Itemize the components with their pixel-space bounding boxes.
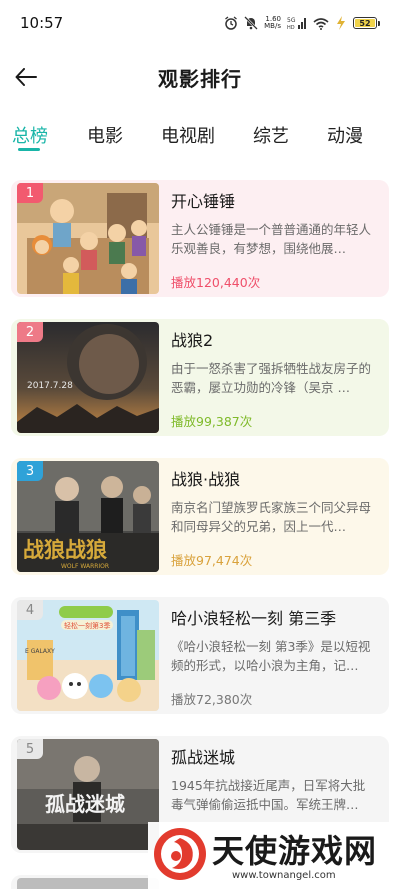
item-title: 哈小浪轻松一刻 第三季 bbox=[171, 609, 337, 628]
site-watermark: 天使游戏网 www.townangel.com bbox=[148, 822, 400, 889]
rank-badge: 2 bbox=[17, 322, 43, 342]
wifi-icon bbox=[313, 17, 329, 30]
charging-icon bbox=[335, 16, 347, 30]
net-speed: 1.60 MB/s bbox=[264, 16, 281, 30]
battery-icon: 52 bbox=[353, 17, 380, 29]
watermark-text: 天使游戏网 bbox=[212, 832, 378, 870]
tab-variety[interactable]: 综艺 bbox=[253, 122, 289, 148]
svg-text:5G: 5G bbox=[287, 17, 296, 24]
poster-subtitle: WOLF WARRIOR bbox=[61, 563, 109, 570]
rank-badge: 5 bbox=[17, 739, 43, 759]
ranking-item[interactable]: 战狼战狼 WOLF WARRIOR 3 战狼·战狼 南京名门望族罗氏家族三个同父… bbox=[11, 458, 389, 575]
play-count: 播放120,440次 bbox=[171, 275, 261, 290]
category-tabs: 总榜 电影 电视剧 综艺 动漫 bbox=[0, 118, 400, 158]
rank-badge: 4 bbox=[17, 600, 43, 620]
poster-title: 孤战迷城 bbox=[45, 792, 125, 816]
play-count: 播放99,387次 bbox=[171, 414, 253, 429]
rank-badge: 1 bbox=[17, 183, 43, 203]
svg-text:HD: HD bbox=[287, 25, 295, 30]
tab-tv-series[interactable]: 电视剧 bbox=[161, 122, 215, 148]
battery-level: 52 bbox=[355, 19, 375, 28]
tab-overall[interactable]: 总榜 bbox=[12, 122, 48, 148]
rank-badge: 3 bbox=[17, 461, 43, 481]
play-count: 播放97,474次 bbox=[171, 553, 253, 568]
active-tab-indicator bbox=[18, 148, 40, 151]
item-title: 孤战迷城 bbox=[171, 748, 236, 767]
item-description: 由于一怒杀害了强拆牺牲战友房子的恶霸，屡立功勋的冷锋（吴京 … bbox=[171, 361, 372, 395]
status-icons: 1.60 MB/s 5G HD 52 bbox=[224, 16, 380, 30]
ranking-item[interactable]: 2017.7.28 2 战狼2 由于一怒杀害了强拆牺牲战友房子的恶霸，屡立功勋的… bbox=[11, 319, 389, 436]
status-bar: 10:57 1.60 MB/s 5G HD 52 bbox=[0, 0, 400, 46]
item-title: 战狼2 bbox=[171, 331, 214, 350]
mute-bell-icon bbox=[244, 16, 259, 30]
poster-subtitle: E GALAXY bbox=[25, 648, 55, 655]
page-title: 观影排行 bbox=[158, 66, 242, 91]
item-description: 主人公锤锤是一个普普通通的年轻人乐观善良，有梦想，围绕他展… bbox=[171, 222, 372, 256]
poster-date: 2017.7.28 bbox=[27, 381, 73, 391]
play-count: 播放72,380次 bbox=[171, 692, 253, 707]
nav-bar: 观影排行 bbox=[0, 52, 400, 102]
ranking-item[interactable]: 轻松一刻第3季 E GALAXY 4 哈小浪轻松一刻 第三季 《哈小浪轻松一刻 … bbox=[11, 597, 389, 714]
item-description: 《哈小浪轻松一刻 第3季》是以短视频的形式，以哈小浪为主角，记… bbox=[171, 639, 371, 673]
item-description: 南京名门望族罗氏家族三个同父异母和同母异父的兄弟，因上一代… bbox=[171, 500, 372, 534]
cellular-signal-icon: 5G HD bbox=[287, 16, 307, 30]
item-title: 战狼·战狼 bbox=[171, 470, 241, 489]
watermark-logo bbox=[154, 828, 206, 880]
tab-anime[interactable]: 动漫 bbox=[327, 122, 363, 148]
item-title: 开心锤锤 bbox=[171, 192, 236, 211]
watermark-url: www.townangel.com bbox=[232, 870, 336, 881]
poster-title: 轻松一刻第3季 bbox=[64, 621, 110, 630]
item-description: 1945年抗战接近尾声，日军将大批毒气弹偷偷运抵中国。军统王牌… bbox=[171, 778, 366, 812]
net-speed-unit: MB/s bbox=[264, 22, 281, 30]
poster-image bbox=[17, 878, 159, 889]
alarm-icon bbox=[224, 16, 238, 30]
tab-movies[interactable]: 电影 bbox=[87, 122, 123, 148]
back-button[interactable] bbox=[12, 63, 40, 91]
ranking-item[interactable]: 1 开心锤锤 主人公锤锤是一个普普通通的年轻人乐观善良，有梦想，围绕他展… 播放… bbox=[11, 180, 389, 297]
back-arrow-icon bbox=[15, 68, 37, 86]
status-time: 10:57 bbox=[20, 14, 64, 32]
poster-title: 战狼战狼 bbox=[23, 538, 107, 562]
